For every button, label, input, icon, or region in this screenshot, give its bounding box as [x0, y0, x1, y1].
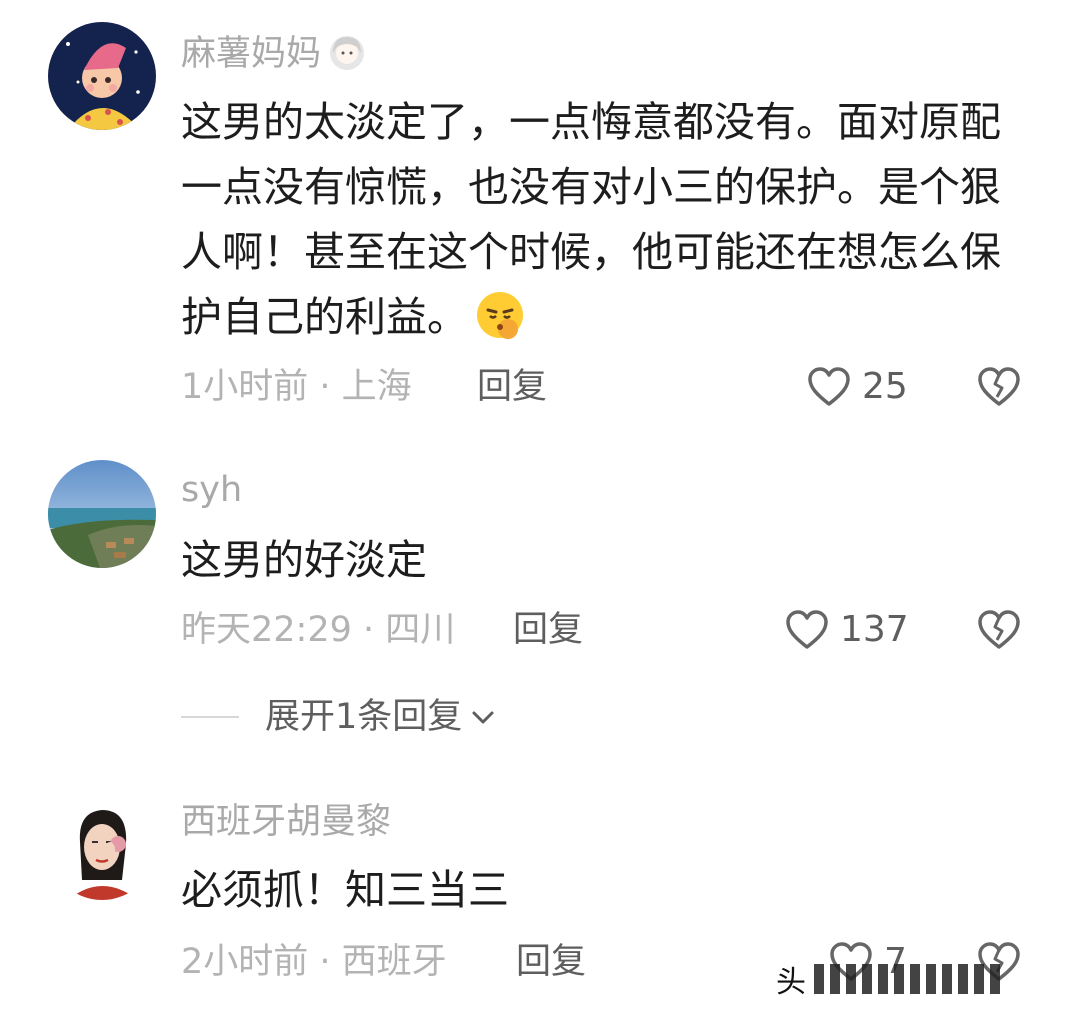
watermark: 头: [776, 955, 1080, 1003]
heart-icon: [786, 610, 828, 649]
like-count: 137: [840, 609, 909, 650]
username[interactable]: syh: [181, 470, 242, 510]
like-button[interactable]: 137: [784, 605, 909, 655]
chevron-down-icon: [472, 711, 494, 724]
dislike-button[interactable]: [976, 366, 1022, 408]
comment-text: 必须抓！知三当三: [181, 866, 509, 914]
comment-time-location: 昨天22:29 · 四川: [181, 610, 456, 650]
shush-face-emoji-icon: [477, 292, 523, 339]
dislike-button[interactable]: [976, 609, 1022, 651]
expand-replies-button[interactable]: 展开1条回复: [181, 695, 496, 739]
avatar[interactable]: [48, 460, 156, 568]
watermark-text: 头: [776, 965, 806, 1000]
comment-time-location: 2小时前 · 西班牙: [181, 942, 447, 982]
like-button[interactable]: 25: [806, 362, 908, 412]
avatar[interactable]: [48, 22, 156, 130]
comment-time-location: 1小时前 · 上海: [181, 367, 412, 407]
watermark-bars: [814, 964, 1006, 994]
heart-icon: [808, 367, 850, 406]
comment-text: 这男的好淡定: [181, 536, 427, 584]
woman-emoji-icon: [330, 36, 365, 70]
username[interactable]: 西班牙胡曼黎: [181, 802, 391, 842]
divider: [181, 716, 239, 718]
expand-replies-label: 展开1条回复: [265, 697, 463, 737]
reply-button[interactable]: 回复: [516, 942, 586, 982]
broken-heart-icon: [978, 610, 1020, 649]
avatar[interactable]: [48, 792, 156, 900]
broken-heart-icon: [978, 367, 1020, 406]
comment-text: 这男的太淡定了，一点悔意都没有。面对原配一点没有惊慌，也没有对小三的保护。是个狠…: [181, 98, 1001, 341]
like-count: 25: [862, 366, 908, 407]
username[interactable]: 麻薯妈妈: [181, 31, 367, 74]
reply-button[interactable]: 回复: [513, 610, 583, 650]
reply-button[interactable]: 回复: [477, 367, 547, 407]
